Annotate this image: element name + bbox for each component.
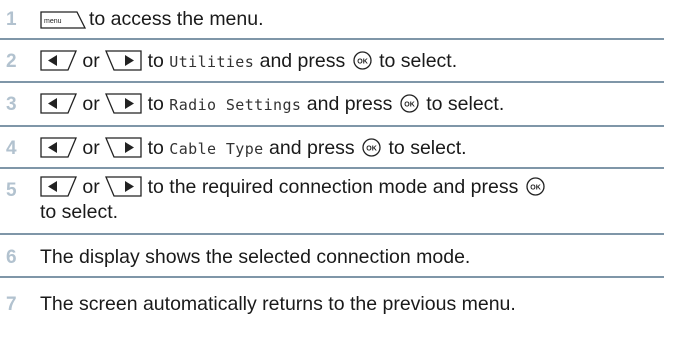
menu-key-label: menu <box>44 18 62 25</box>
nav-left-key-icon <box>40 50 77 71</box>
ok-key-icon: OK <box>362 138 381 157</box>
menu-key-icon: menu <box>40 11 86 29</box>
step-1: 1 menu to access the menu. <box>0 0 664 40</box>
ok-key-icon: OK <box>400 94 419 113</box>
step-text: The display shows the selected connectio… <box>40 243 658 272</box>
step-number: 2 <box>6 51 17 72</box>
step-text: menu to access the menu. <box>40 5 658 34</box>
step-text: or to the required connection mode and p… <box>40 175 658 225</box>
step-text: The screen automatically returns to the … <box>40 290 658 319</box>
or-text: or <box>82 50 100 72</box>
or-text: or <box>82 137 100 159</box>
menu-target: Cable Type <box>169 140 264 158</box>
step-number: 1 <box>6 9 17 30</box>
nav-right-key-icon <box>105 50 142 71</box>
step-number: 3 <box>6 94 17 115</box>
select-text: to select. <box>388 137 467 159</box>
step-number: 7 <box>6 294 17 315</box>
nav-right-key-icon <box>105 137 142 158</box>
or-text: or <box>82 176 100 198</box>
nav-right-key-icon <box>105 176 142 197</box>
step-1-text: to access the menu. <box>89 8 264 30</box>
step-text: or to Cable Type and press OK to select. <box>40 134 658 164</box>
step-text: or to Utilities and press OK to select. <box>40 47 658 77</box>
step-5: 5 or to the required connection mode and… <box>0 169 664 235</box>
step-6: 6 The display shows the selected connect… <box>0 235 664 278</box>
step-3: 3 or to Radio Settings and press OK to s… <box>0 83 664 127</box>
press-text: and press <box>259 50 346 72</box>
to-text: to <box>147 93 164 115</box>
select-text: to select. <box>40 201 119 223</box>
svg-text:OK: OK <box>366 145 377 152</box>
step-number: 4 <box>6 138 17 159</box>
nav-left-key-icon <box>40 176 77 197</box>
press-text: and press <box>306 93 393 115</box>
select-text: to select. <box>379 50 458 72</box>
step-text: or to Radio Settings and press OK to sel… <box>40 90 658 120</box>
step-2: 2 or to Utilities and press OK to select… <box>0 40 664 83</box>
step-6-text: The display shows the selected connectio… <box>40 246 471 268</box>
step-4: 4 or to Cable Type and press OK to selec… <box>0 127 664 169</box>
step-number: 6 <box>6 247 17 268</box>
step-number: 5 <box>6 180 17 201</box>
instruction-steps: 1 menu to access the menu. 2 or to Utili… <box>0 0 675 351</box>
press-text: and press <box>269 137 355 159</box>
menu-target: Utilities <box>169 53 255 71</box>
svg-text:OK: OK <box>404 101 415 108</box>
menu-target: Radio Settings <box>169 96 302 114</box>
or-text: or <box>82 93 100 115</box>
nav-left-key-icon <box>40 137 77 158</box>
select-text: to select. <box>426 93 505 115</box>
svg-text:OK: OK <box>530 184 541 191</box>
svg-text:OK: OK <box>357 58 368 65</box>
ok-key-icon: OK <box>526 177 545 196</box>
nav-right-key-icon <box>105 93 142 114</box>
ok-key-icon: OK <box>353 51 372 70</box>
to-text: to <box>147 50 164 72</box>
to-text: to <box>147 137 164 159</box>
step-7: 7 The screen automatically returns to th… <box>0 278 664 351</box>
step-7-text: The screen automatically returns to the … <box>40 293 516 315</box>
nav-left-key-icon <box>40 93 77 114</box>
step-5-text: to the required connection mode and pres… <box>147 176 519 198</box>
